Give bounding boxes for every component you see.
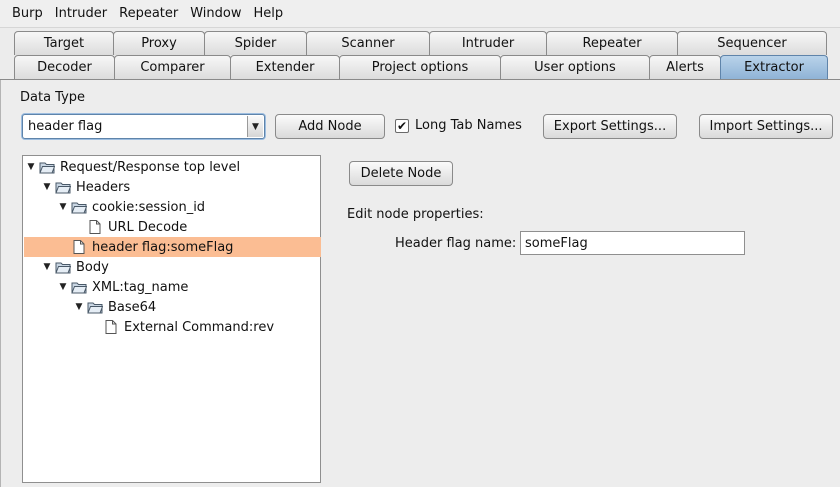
add-node-button[interactable]: Add Node [275,114,385,139]
folder-open-icon [39,162,55,174]
tree-node-label: Request/Response top level [60,159,241,175]
tree-node-top-level[interactable]: ▼ Request/Response top level [24,157,321,177]
tab-sequencer[interactable]: Sequencer [677,31,827,55]
checkmark-icon: ✔ [396,119,408,133]
long-tab-names-checkbox[interactable]: ✔ [395,119,409,133]
tab-scanner[interactable]: Scanner [306,31,430,55]
tab-intruder[interactable]: Intruder [429,31,547,55]
expand-down-icon[interactable]: ▼ [26,162,36,172]
file-icon [73,240,85,254]
tree-node-label: Headers [76,179,131,195]
header-flag-name-input[interactable]: someFlag [520,231,745,255]
tree-node-body[interactable]: ▼ Body [24,257,321,277]
expand-down-icon[interactable]: ▼ [58,282,68,292]
tree-node-label: cookie:session_id [92,199,206,215]
data-type-label: Data Type [20,90,86,105]
menu-bar: Burp Intruder Repeater Window Help [0,0,840,28]
expand-down-icon[interactable]: ▼ [58,202,68,212]
tree-node-external-command[interactable]: External Command:rev [24,317,321,337]
tree-node-xml[interactable]: ▼ XML:tag_name [24,277,321,297]
tree-node-url-decode[interactable]: URL Decode [24,217,321,237]
tab-user-options[interactable]: User options [500,55,650,79]
folder-open-icon [87,302,103,314]
menu-window[interactable]: Window [184,6,247,21]
tree-node-label: External Command:rev [124,319,275,335]
folder-open-icon [55,182,71,194]
tab-repeater[interactable]: Repeater [546,31,678,55]
tab-extractor[interactable]: Extractor [720,55,828,79]
tree-node-headers[interactable]: ▼ Headers [24,177,321,197]
extractor-tree[interactable]: ▼ Request/Response top level ▼ Headers ▼… [22,155,321,483]
file-icon [105,320,117,334]
delete-node-button[interactable]: Delete Node [349,161,453,186]
edit-node-properties-label: Edit node properties: [347,207,484,222]
tree-node-label: Base64 [108,299,157,315]
expand-down-icon[interactable]: ▼ [42,182,52,192]
tab-target[interactable]: Target [14,31,114,55]
menu-burp[interactable]: Burp [6,6,49,21]
menu-repeater[interactable]: Repeater [113,6,184,21]
tree-node-label: XML:tag_name [92,279,189,295]
tab-decoder[interactable]: Decoder [14,55,115,79]
tree-node-label: Body [76,259,109,275]
data-type-select[interactable]: header flag ▼ [22,114,265,139]
tree-node-header-flag[interactable]: header flag:someFlag [24,237,321,257]
tab-comparer[interactable]: Comparer [114,55,231,79]
folder-open-icon [71,282,87,294]
expand-down-icon[interactable]: ▼ [42,262,52,272]
long-tab-names-label: Long Tab Names [415,118,522,133]
export-settings-button[interactable]: Export Settings... [543,114,677,139]
menu-intruder[interactable]: Intruder [49,6,113,21]
tree-node-base64[interactable]: ▼ Base64 [24,297,321,317]
import-settings-button[interactable]: Import Settings... [699,114,833,139]
tab-extender[interactable]: Extender [230,55,340,79]
tree-node-cookie[interactable]: ▼ cookie:session_id [24,197,321,217]
expand-down-icon[interactable]: ▼ [74,302,84,312]
data-type-value: header flag [28,119,103,134]
header-flag-name-label: Header flag name: [395,236,517,251]
folder-open-icon [55,262,71,274]
tree-node-label: header flag:someFlag [92,239,234,255]
file-icon [89,220,101,234]
folder-open-icon [71,202,87,214]
menu-help[interactable]: Help [248,6,290,21]
tab-alerts[interactable]: Alerts [649,55,721,79]
tab-project-options[interactable]: Project options [339,55,501,79]
tab-spider[interactable]: Spider [204,31,307,55]
chevron-down-icon[interactable]: ▼ [247,116,263,137]
tab-proxy[interactable]: Proxy [113,31,205,55]
header-flag-name-value: someFlag [525,235,588,251]
tree-node-label: URL Decode [108,219,188,235]
